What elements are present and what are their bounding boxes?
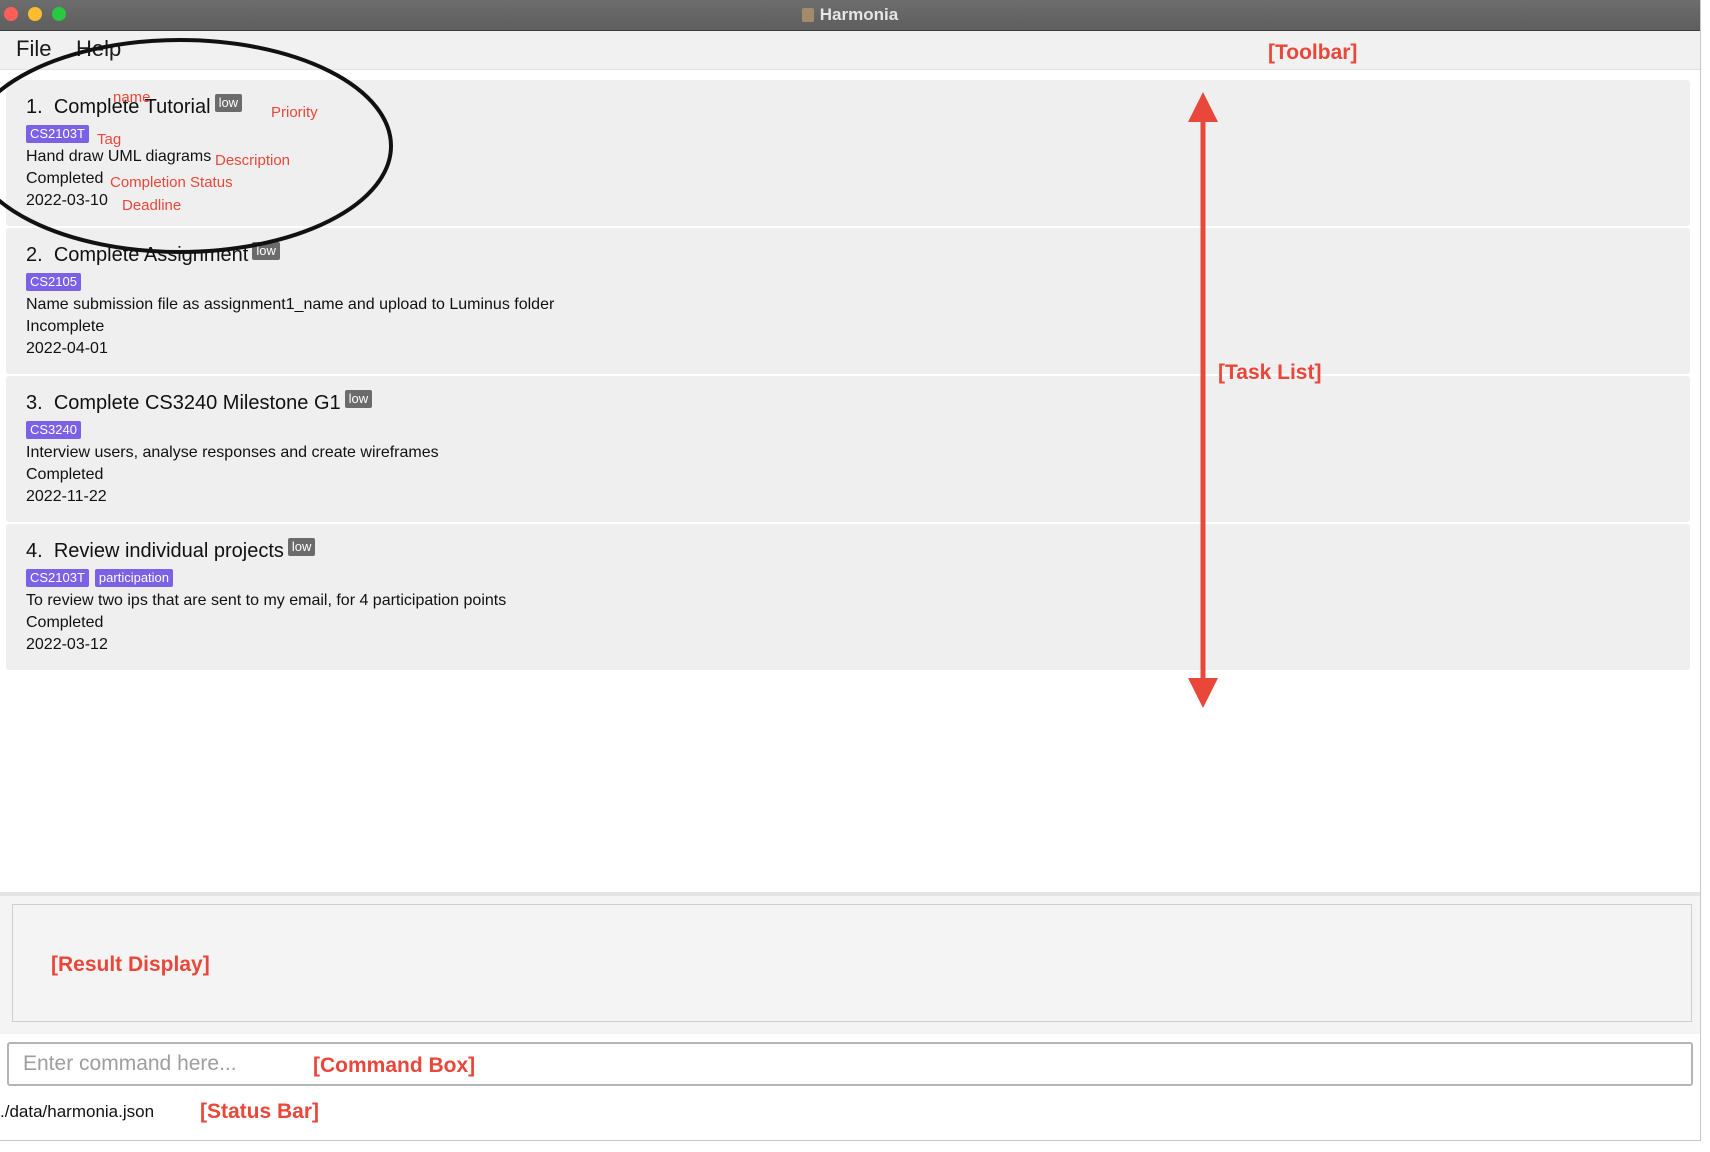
task-list[interactable]: 1. Complete Tutorial low CS2103T Hand dra… [0,70,1700,894]
app-window: Harmonia File Help 1. Complete Tutorial l… [0,0,1701,1141]
task-tags: CS2105 [26,273,87,293]
task-title: 4. Review individual projects low [26,538,316,564]
task-description: Hand draw UML diagrams [26,148,212,165]
tag: CS2105 [26,273,81,291]
result-display[interactable] [12,904,1692,1022]
app-icon [801,8,814,22]
priority-badge: low [287,538,316,556]
task-tags: CS2103T participation [26,569,179,589]
task-deadline: 2022-11-22 [26,488,107,505]
task-index: 2. [26,244,43,266]
task-card-4[interactable]: 4. Review individual projects low CS2103T… [6,524,1690,670]
task-description: To review two ips that are sent to my em… [26,592,507,609]
task-deadline: 2022-03-10 [26,192,108,209]
task-index: 4. [26,540,43,562]
priority-badge: low [252,242,280,260]
priority-badge: low [214,94,243,112]
task-deadline: 2022-03-12 [26,636,108,653]
task-status: Completed [26,170,104,187]
task-title: 3. Complete CS3240 Milestone G1 low [26,390,373,416]
task-card-1[interactable]: 1. Complete Tutorial low CS2103T Hand dra… [6,80,1690,226]
task-name: Complete CS3240 Milestone G1 [53,392,341,414]
status-bar-path: ./data/harmonia.json [0,1102,155,1121]
task-title: 1. Complete Tutorial low [26,94,243,120]
task-index: 1. [26,96,43,118]
task-title: 2. Complete Assignment low [26,242,280,268]
window-title: Harmonia [0,5,1700,25]
task-deadline: 2022-04-01 [26,340,108,357]
tag: CS2103T [26,125,89,143]
menu-file[interactable]: File [16,35,51,63]
tag: CS2103T [26,569,89,587]
priority-badge: low [344,390,373,408]
title-bar: Harmonia [0,0,1700,31]
result-area [0,896,1700,1034]
window-title-text: Harmonia [819,5,899,24]
command-input[interactable] [7,1042,1693,1086]
task-description: Name submission file as assignment1_name… [26,296,555,313]
task-tags: CS3240 [26,421,87,441]
task-card-2[interactable]: 2. Complete Assignment low CS2105 Name su… [6,228,1690,374]
task-index: 3. [26,392,43,414]
task-name: Complete Assignment [53,244,249,266]
task-name: Complete Tutorial [53,96,211,118]
task-tags: CS2103T [26,125,95,145]
menu-bar: File Help [0,31,1700,70]
task-card-3[interactable]: 3. Complete CS3240 Milestone G1 low CS324… [6,376,1690,522]
menu-help[interactable]: Help [76,35,121,63]
task-status: Completed [26,466,104,483]
task-status: Incomplete [26,318,105,335]
tag: participation [94,569,174,587]
task-status: Completed [26,614,104,631]
task-name: Review individual projects [53,540,284,562]
task-description: Interview users, analyse responses and c… [26,444,439,461]
tag: CS3240 [26,421,81,439]
